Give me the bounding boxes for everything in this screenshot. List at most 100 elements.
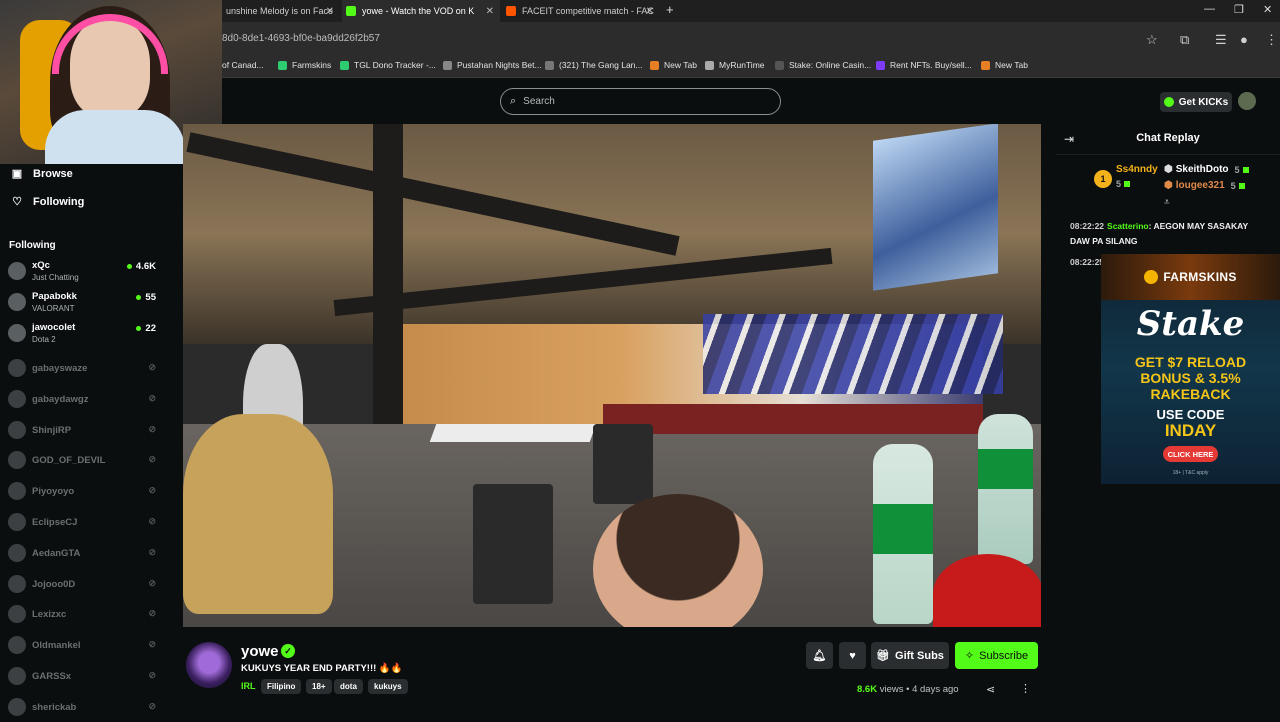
url-field[interactable]: 8d0-8de1-4693-bf0e-ba9dd26f2b57: [222, 33, 380, 44]
gift-icon: 🎁︎: [876, 650, 891, 662]
close-tab-icon[interactable]: ✕: [486, 6, 494, 17]
close-tab-icon[interactable]: ✕: [326, 6, 334, 17]
stream-stats: 8.6K views • 4 days ago: [857, 684, 959, 695]
extensions-icon[interactable]: ⧉: [1180, 32, 1189, 48]
chat-username[interactable]: Scatterino: [1107, 221, 1149, 231]
channel-name: gabayswaze: [32, 363, 88, 374]
top-gifter[interactable]: Ss4nndy: [1116, 164, 1158, 175]
viewer-count-value: 4.6K: [135, 261, 156, 272]
bookmark-label: (321) The Gang Lan...: [559, 60, 643, 70]
bookmark-label: New Tab: [995, 60, 1028, 70]
bookmark-item[interactable]: New Tab: [981, 60, 1028, 70]
more-options-icon[interactable]: ⋮: [1020, 682, 1031, 695]
tab-title: yowe - Watch the VOD on K: [362, 6, 475, 16]
channel-item-offline[interactable]: Piyoyoyo ⊘: [8, 480, 160, 506]
bookmark-item[interactable]: of Canad...: [222, 60, 264, 70]
channel-item-offline[interactable]: sherickab ⊘: [8, 696, 160, 722]
channel-item-offline[interactable]: Lexizxc ⊘: [8, 603, 160, 629]
follow-button[interactable]: ♥: [839, 642, 866, 669]
streamer-avatar[interactable]: [186, 642, 232, 688]
channel-item[interactable]: xQc Just Chatting 4.6K: [8, 260, 160, 286]
sponsor-ad[interactable]: FARMSKINS Stake GET $7 RELOAD BONUS & 3.…: [1101, 254, 1280, 484]
gift-subs-button[interactable]: 🎁︎ Gift Subs: [871, 642, 949, 669]
stream-tag[interactable]: 18+: [306, 679, 332, 694]
live-dot-icon: [136, 326, 142, 331]
star-icon: ✧: [964, 650, 975, 662]
channel-item[interactable]: Papabokk VALORANT 55: [8, 291, 160, 317]
stream-title: KUKUYS YEAR END PARTY!!! 🔥🔥: [241, 663, 403, 674]
expand-gifters-icon[interactable]: ⩡: [1164, 197, 1170, 208]
channel-avatar: [8, 543, 26, 562]
ad-cta-button[interactable]: CLICK HERE: [1163, 446, 1218, 462]
stage-floor: [603, 404, 983, 434]
offline-icon: ⊘: [148, 362, 156, 372]
channel-item-offline[interactable]: GOD_OF_DEVIL ⊘: [8, 449, 160, 475]
notifications-button[interactable]: 🔔︎: [806, 642, 833, 669]
stream-tag[interactable]: kukuys: [368, 679, 408, 694]
channel-item[interactable]: jawocolet Dota 2 22: [8, 322, 160, 348]
channel-avatar: [8, 293, 26, 311]
browser-tab-active[interactable]: yowe - Watch the VOD on K ✕: [342, 0, 500, 22]
channel-avatar: [8, 359, 26, 377]
channel-item-offline[interactable]: Oldmankel ⊘: [8, 634, 160, 660]
bookmark-item[interactable]: (321) The Gang Lan...: [545, 60, 642, 70]
gifter-name: SkeithDoto: [1175, 164, 1229, 175]
bookmark-item[interactable]: Farmskins: [278, 60, 331, 70]
nav-following[interactable]: ♡ Following: [10, 195, 84, 209]
stream-category[interactable]: IRL: [241, 681, 256, 691]
stream-tag[interactable]: dota: [334, 679, 363, 694]
channel-avatar: [8, 451, 26, 470]
channel-item-offline[interactable]: EclipseCJ ⊘: [8, 511, 160, 537]
gem-icon: [1242, 166, 1249, 173]
new-tab-button[interactable]: +: [666, 2, 674, 17]
stream-age: 4 days ago: [912, 684, 959, 695]
close-tab-icon[interactable]: ✕: [646, 6, 654, 17]
user-avatar[interactable]: [1238, 92, 1256, 110]
top-gifter[interactable]: ⬢ SkeithDoto 5: [1164, 164, 1249, 175]
channel-name: sherickab: [32, 701, 77, 713]
channel-item-offline[interactable]: Jojooo0D ⊘: [8, 573, 160, 599]
nav-browse-label: Browse: [33, 167, 73, 180]
search-input[interactable]: ⌕ Search: [500, 88, 781, 115]
channel-name: GOD_OF_DEVIL: [32, 455, 106, 467]
channel-name: ShinjiRP: [32, 424, 72, 436]
browser-tab[interactable]: unshine Melody is on Face ✕: [222, 0, 340, 22]
channel-item-offline[interactable]: gabayswaze ⊘: [8, 357, 160, 383]
channel-name: Jojooo0D: [32, 578, 76, 590]
stream-tag[interactable]: Filipino: [261, 679, 302, 694]
share-icon[interactable]: ⋖: [986, 683, 995, 696]
bookmark-favicon-icon: [876, 60, 885, 70]
video-player[interactable]: [183, 124, 1041, 627]
channel-item-offline[interactable]: GARSSx ⊘: [8, 665, 160, 691]
nav-browse[interactable]: ▣ Browse: [10, 167, 73, 181]
bookmark-label: Farmskins: [292, 60, 332, 70]
streamer-name[interactable]: yowe: [241, 643, 279, 660]
channel-avatar: [8, 605, 26, 624]
bookmark-item[interactable]: New Tab: [650, 60, 697, 70]
channel-item-offline[interactable]: AedanGTA ⊘: [8, 542, 160, 568]
channel-game: Dota 2: [32, 335, 56, 344]
close-window-icon[interactable]: ✕: [1263, 3, 1272, 16]
search-icon: ⌕: [510, 95, 517, 107]
minimize-icon[interactable]: —: [1204, 3, 1215, 15]
offline-icon: ⊘: [148, 392, 156, 403]
get-kicks-button[interactable]: Get KICKs: [1160, 92, 1232, 112]
subscribe-button[interactable]: ✧ Subscribe: [955, 642, 1038, 669]
menu-icon[interactable]: ⋮: [1265, 32, 1278, 48]
profile-icon[interactable]: ●: [1240, 32, 1248, 47]
following-heading: Following: [9, 240, 56, 251]
maximize-icon[interactable]: ❐: [1234, 3, 1244, 16]
bookmark-item[interactable]: Pustahan Nights Bet...: [443, 60, 542, 70]
bookmark-star-icon[interactable]: ☆: [1146, 32, 1158, 48]
channel-item-offline[interactable]: ShinjiRP ⊘: [8, 419, 160, 445]
top-gifter[interactable]: ⬢ lougee321 5: [1164, 180, 1245, 191]
bookmark-item[interactable]: TGL Dono Tracker -...: [340, 60, 436, 70]
viewer-count-value: 55: [145, 292, 156, 303]
browser-tab[interactable]: FACEIT competitive match - FAC ✕: [502, 0, 660, 22]
bookmark-item[interactable]: MyRunTime: [705, 60, 765, 70]
channel-item-offline[interactable]: gabaydawgz ⊘: [8, 388, 160, 414]
bookmark-item[interactable]: Rent NFTs. Buy/sell...: [876, 60, 972, 70]
bookmark-item[interactable]: Stake: Online Casin...: [775, 60, 871, 70]
media-icon[interactable]: ☰: [1215, 32, 1227, 48]
channel-name: Piyoyoyo: [32, 486, 75, 498]
